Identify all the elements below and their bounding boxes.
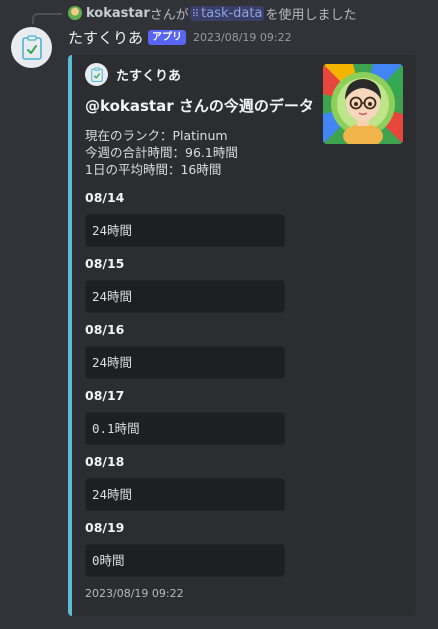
app-badge: アプリ xyxy=(148,29,187,45)
slash-command-mention[interactable]: ⠿ task-data xyxy=(189,5,265,21)
embed-field: 08/15 24時間 xyxy=(85,256,285,313)
field-date: 08/18 xyxy=(85,454,125,469)
embed-author: たすくりあ xyxy=(85,63,181,86)
embed-field: 08/16 24時間 xyxy=(85,322,285,379)
current-rank-line: 現在のランク：Platinum xyxy=(85,128,228,143)
clipboard-check-icon xyxy=(21,34,42,60)
embed-field: 08/19 0時間 xyxy=(85,520,285,577)
message-header: たすくりあ アプリ 2023/08/19 09:22 xyxy=(68,26,292,48)
field-hours-code-block: 24時間 xyxy=(85,280,285,313)
clipboard-check-icon xyxy=(90,66,103,82)
field-date: 08/16 xyxy=(85,322,125,337)
field-hours-code-block: 24時間 xyxy=(85,478,285,511)
embed-thumbnail[interactable] xyxy=(323,64,403,144)
author-name[interactable]: たすくりあ xyxy=(68,27,143,48)
weekly-total-line: 今週の合計時間：96.1時間 xyxy=(85,145,238,160)
reply-context[interactable]: kokastar さんが ⠿ task-data を使用しました xyxy=(68,4,357,23)
embed-footer-timestamp: 2023/08/19 09:22 xyxy=(85,587,184,600)
message-timestamp[interactable]: 2023/08/19 09:22 xyxy=(193,31,292,44)
reply-user-avatar-icon[interactable] xyxy=(68,6,82,20)
embed-field: 08/14 24時間 xyxy=(85,190,285,247)
message-frame: kokastar さんが ⠿ task-data を使用しました たすくりあ アプ… xyxy=(0,0,438,629)
embed-author-name: たすくりあ xyxy=(116,69,182,84)
field-hours-code-block: 24時間 xyxy=(85,214,285,247)
field-date: 08/15 xyxy=(85,256,125,271)
embed-field: 08/17 0.1時間 xyxy=(85,388,285,445)
daily-average-line: 1日の平均時間：16時間 xyxy=(85,162,222,177)
embed-description: 現在のランク：Platinum 今週の合計時間：96.1時間 1日の平均時間：1… xyxy=(85,127,238,178)
reply-text-before: さんが xyxy=(149,7,189,23)
embed-author-icon xyxy=(85,63,108,86)
field-date: 08/19 xyxy=(85,520,125,535)
field-date: 08/14 xyxy=(85,190,125,205)
embed-field: 08/18 24時間 xyxy=(85,454,285,511)
field-hours-code-block: 24時間 xyxy=(85,346,285,379)
embed-title: @kokastar さんの今週のデータ xyxy=(85,97,314,115)
field-hours-code-block: 0時間 xyxy=(85,544,285,577)
reply-username[interactable]: kokastar xyxy=(86,6,150,21)
reply-connector-line xyxy=(32,13,62,24)
embed-card: たすくりあ @kokastar さんの今週のデータ 現在のランク：Platinu… xyxy=(68,55,416,616)
bot-avatar[interactable] xyxy=(11,27,52,68)
profile-illustration xyxy=(323,64,403,144)
slash-command-name: task-data xyxy=(201,5,263,21)
field-hours-code-block: 0.1時間 xyxy=(85,412,285,445)
field-date: 08/17 xyxy=(85,388,125,403)
slash-command-icon: ⠿ xyxy=(191,8,200,20)
reply-text-after: を使用しました xyxy=(265,7,357,23)
